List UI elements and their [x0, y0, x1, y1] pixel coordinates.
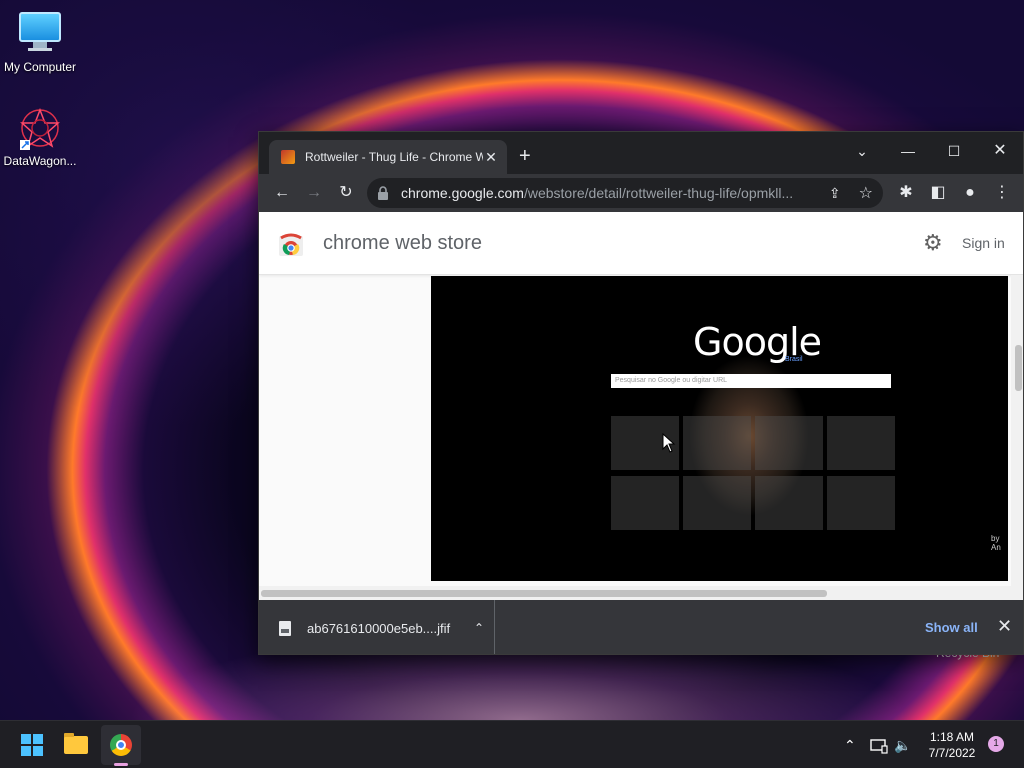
shortcut-tile	[755, 476, 823, 530]
shortcut-tile	[827, 476, 895, 530]
folder-icon	[64, 733, 88, 754]
browser-toolbar: ← → ↻ chrome.google.com/webstore/detail/…	[259, 174, 1023, 212]
chrome-taskbar-button[interactable]	[101, 725, 141, 765]
desktop-icon-label: My Computer	[3, 60, 77, 74]
url-path: /webstore/detail/rottweiler-thug-life/op…	[523, 185, 794, 201]
maximize-button[interactable]: ☐	[937, 138, 971, 164]
chrome-icon	[110, 734, 132, 756]
datawagon-icon	[18, 106, 62, 150]
extensions-icon[interactable]: ✱	[891, 178, 921, 208]
shortcut-tile	[827, 416, 895, 470]
sign-in-link[interactable]: Sign in	[962, 235, 1005, 251]
desktop-icon-datawagon[interactable]: DataWagon...	[0, 106, 80, 168]
mouse-cursor-icon	[662, 433, 676, 453]
tab-title: Rottweiler - Thug Life - Chrome W	[305, 150, 483, 164]
close-window-button[interactable]: ✕	[983, 138, 1017, 164]
shortcut-tile	[683, 476, 751, 530]
side-panel-icon[interactable]: ◧	[923, 178, 953, 208]
preview-corner-text: by An	[991, 534, 1001, 552]
windows-logo-icon	[21, 734, 43, 756]
vertical-scrollbar[interactable]	[1011, 275, 1023, 600]
store-header: chrome web store ⚙ Sign in	[259, 212, 1023, 275]
clock-date: 7/7/2022	[928, 746, 976, 760]
chrome-window: Rottweiler - Thug Life - Chrome W ✕ + ⌄ …	[258, 131, 1024, 655]
lock-icon	[378, 186, 388, 200]
back-button[interactable]: ←	[267, 178, 297, 208]
shortcut-tile	[755, 416, 823, 470]
show-all-button[interactable]: Show all	[925, 620, 978, 635]
download-item[interactable]: ab6761610000e5eb....jfif ⌃	[259, 600, 495, 654]
clock-time: 1:18 AM	[929, 730, 975, 744]
gear-icon[interactable]: ⚙	[923, 232, 945, 254]
shortcut-tile	[611, 476, 679, 530]
bookmark-star-icon[interactable]: ☆	[859, 183, 873, 203]
notification-badge[interactable]: 1	[988, 736, 1004, 752]
profile-icon[interactable]: ●	[955, 178, 985, 208]
minimize-button[interactable]: —	[891, 138, 925, 164]
preview-search-box: Pesquisar no Google ou digitar URL	[611, 374, 891, 388]
chevron-up-icon[interactable]: ⌃	[844, 721, 856, 768]
store-title[interactable]: chrome web store	[323, 232, 482, 255]
tab-search-icon[interactable]: ⌄	[845, 138, 879, 164]
horizontal-scrollbar[interactable]	[259, 586, 1011, 600]
active-app-indicator	[114, 763, 128, 766]
clock[interactable]: 1:18 AM 7/7/2022	[920, 729, 984, 761]
close-download-bar-icon[interactable]: ✕	[997, 616, 1012, 637]
title-bar: Rottweiler - Thug Life - Chrome W ✕ + ⌄ …	[259, 132, 1023, 174]
computer-icon	[18, 12, 62, 56]
chevron-up-icon[interactable]: ⌃	[464, 621, 494, 635]
network-icon[interactable]	[870, 721, 888, 768]
share-icon[interactable]: ⇪	[829, 185, 841, 202]
desktop-icon-my-computer[interactable]: My Computer	[0, 10, 80, 74]
new-tab-button[interactable]: +	[519, 146, 531, 166]
volume-icon[interactable]: 🔈	[894, 721, 911, 768]
address-bar[interactable]: chrome.google.com/webstore/detail/rottwe…	[367, 178, 883, 208]
shortcut-tile	[683, 416, 751, 470]
vertical-scroll-thumb[interactable]	[1015, 345, 1022, 391]
file-explorer-button[interactable]	[56, 725, 96, 765]
reload-button[interactable]: ↻	[331, 178, 361, 208]
horizontal-scroll-thumb[interactable]	[261, 590, 827, 597]
chrome-web-store-logo-icon[interactable]	[279, 232, 303, 256]
taskbar: ⌃ 🔈 1:18 AM 7/7/2022	[0, 720, 1024, 768]
tab-close-icon[interactable]: ✕	[483, 149, 499, 165]
menu-icon[interactable]: ⋮	[987, 178, 1017, 208]
desktop-icon-label: DataWagon...	[3, 154, 77, 168]
extension-screenshot: Google Brasil Pesquisar no Google ou dig…	[431, 276, 1008, 581]
download-bar: ab6761610000e5eb....jfif ⌃ Show all ✕	[259, 600, 1023, 654]
page-content: chrome web store ⚙ Sign in Google Brasil…	[259, 212, 1023, 600]
file-icon	[279, 620, 291, 636]
google-sub-label: Brasil	[785, 356, 803, 363]
download-filename: ab6761610000e5eb....jfif	[307, 620, 451, 636]
url-text: chrome.google.com/webstore/detail/rottwe…	[401, 185, 819, 201]
browser-tab[interactable]: Rottweiler - Thug Life - Chrome W ✕	[269, 140, 507, 174]
forward-button[interactable]: →	[299, 178, 329, 208]
tab-favicon-icon	[281, 150, 295, 164]
start-button[interactable]	[12, 725, 52, 765]
url-host: chrome.google.com	[401, 185, 524, 201]
